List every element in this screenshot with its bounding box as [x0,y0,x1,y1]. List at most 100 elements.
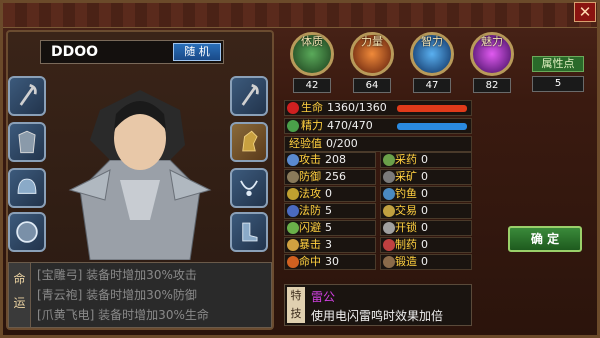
stat-cell: 防御 256 [284,169,376,185]
fate-lines: [宝雕弓] 装备时增加30%攻击 [青云袍] 装备时增加30%防御 [爪黄飞电]… [37,265,209,325]
stat-value: 208 [325,153,346,166]
attribute-points-value: 5 [532,76,584,92]
stat-label: 法防 [299,204,321,217]
stat-label: 防御 [299,170,321,183]
mp-label: 精力 [301,119,323,132]
fate-line: [青云袍] 装备时增加30%防御 [37,288,197,302]
attribute-strength-label: 力量 [361,35,383,48]
fate-panel: 命 运 [宝雕弓] 装备时增加30%攻击 [青云袍] 装备时增加30%防御 [爪… [8,262,272,328]
stat-cell: 暴击 3 [284,237,376,253]
stat-label: 闪避 [299,221,321,234]
stat-label: 采矿 [395,170,417,183]
stat-value: 0 [325,187,332,200]
stat-value: 5 [325,204,332,217]
stat-cell: 锻造 0 [380,254,472,270]
hero-portrait [68,90,212,260]
stat-cell: 攻击 208 [284,152,376,168]
stat-cell: 开锁 0 [380,220,472,236]
stat-label: 攻击 [299,153,321,166]
energy-icon [287,120,299,132]
fate-line: [宝雕弓] 装备时增加30%攻击 [37,268,197,282]
stat-value: 0 [421,170,428,183]
stat-label: 锻造 [395,255,417,268]
boots-slot[interactable] [230,212,268,252]
attribute-points-label: 属性点 [532,56,584,72]
fate-label-bottom: 运 [13,296,26,310]
special-skill-description: 使用电闪雷鸣时效果加倍 [311,309,444,323]
random-name-button[interactable]: 随 机 [173,43,221,61]
stat-label: 法攻 [299,187,321,200]
stat-value: 5 [325,221,332,234]
attribute-constitution-label: 体质 [301,35,323,48]
stat-label: 制药 [395,238,417,251]
exp-value: 0/200 [326,137,358,150]
stat-icon [287,239,299,251]
stat-icon [383,256,395,268]
necklace-icon [240,180,258,197]
stat-label: 钓鱼 [395,187,417,200]
hp-label: 生命 [301,101,323,114]
stat-value: 30 [325,255,339,268]
stats-grid: 攻击 208 采药 0 防御 256 采矿 0 法攻 0 钓鱼 0 法防 5 交易 0 闪避 5 开锁 0 暴击 3 制药 0… [284,152,472,270]
stat-cell: 交易 0 [380,203,472,219]
stat-icon [383,239,395,251]
stat-icon [287,171,299,183]
boots-icon [242,222,258,242]
armor-slot[interactable] [8,122,46,162]
stat-icon [383,205,395,217]
shield-icon [16,221,38,243]
axe-icon [241,83,259,106]
attribute-charm-value: 82 [473,78,511,93]
shield-slot[interactable] [8,212,46,252]
helmet-slot[interactable] [8,168,46,208]
stat-value: 0 [421,221,428,234]
stat-label: 暴击 [299,238,321,251]
mp-value: 470/470 [327,119,373,132]
character-name-box: DDOO 随 机 [40,40,224,64]
stat-value: 256 [325,170,346,183]
special-skill-name: 雷公 [311,290,336,304]
weapon-slot-left[interactable] [8,76,46,116]
stat-icon [287,256,299,268]
stat-value: 0 [421,187,428,200]
stat-icon [383,188,395,200]
stat-cell: 钓鱼 0 [380,186,472,202]
necklace-slot[interactable] [230,168,268,208]
helmet-icon [17,178,37,194]
hp-row: 生命 1360/1360 [284,100,472,116]
stat-cell: 法攻 0 [284,186,376,202]
stat-icon [287,154,299,166]
fate-line: [爪黄飞电] 装备时增加30%生命 [37,308,209,322]
exp-row: 经验值 0/200 [284,136,472,152]
mp-bar [397,123,467,130]
confirm-button[interactable]: 确 定 [508,226,582,252]
stat-cell: 采药 0 [380,152,472,168]
fate-label: 命 运 [9,263,31,327]
stat-cell: 命中 30 [284,254,376,270]
stat-label: 开锁 [395,221,417,234]
mount-slot[interactable] [230,122,268,162]
stat-label: 采药 [395,153,417,166]
attribute-strength-value: 64 [353,78,391,93]
stat-icon [287,222,299,234]
attribute-intelligence-label: 智力 [421,35,443,48]
weapon-slot-right[interactable] [230,76,268,116]
special-skill-panel: 特技 雷公 使用电闪雷鸣时效果加倍 [284,284,472,326]
stat-cell: 采矿 0 [380,169,472,185]
stat-value: 0 [421,255,428,268]
stat-value: 0 [421,153,428,166]
mp-row: 精力 470/470 [284,118,472,134]
axe-icon [19,83,37,106]
attribute-charm-label: 魅力 [481,35,503,48]
fate-label-top: 命 [13,272,26,286]
stat-icon [383,154,395,166]
stat-cell: 法防 5 [284,203,376,219]
hp-value: 1360/1360 [327,101,387,114]
stat-value: 3 [325,238,332,251]
attribute-constitution-value: 42 [293,78,331,93]
stat-icon [383,222,395,234]
hp-bar [397,105,467,112]
stat-label: 命中 [299,255,321,268]
armor-icon [18,130,36,154]
close-button[interactable]: ✕ [574,2,596,22]
